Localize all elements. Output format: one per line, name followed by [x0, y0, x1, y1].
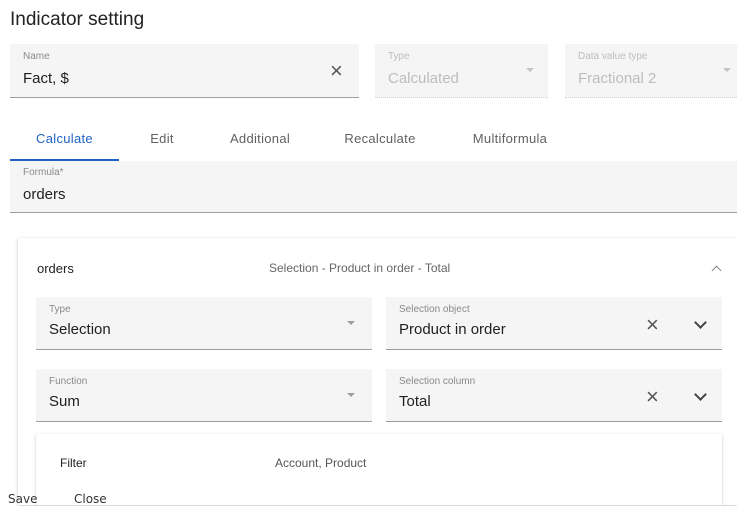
formula-field-label: Formula* [23, 167, 64, 178]
name-field-value[interactable]: Fact, $ [23, 70, 69, 87]
chevron-up-icon[interactable] [711, 265, 722, 276]
function-label: Function [49, 376, 88, 387]
clear-icon[interactable]: × [646, 314, 659, 336]
save-button[interactable]: Save [8, 492, 37, 506]
type-field: Type Calculated [375, 44, 548, 98]
dropdown-arrow-icon [347, 321, 355, 325]
variable-name: orders [37, 261, 74, 276]
dropdown-arrow-icon [347, 393, 355, 397]
selection-column-label: Selection column [399, 376, 476, 387]
filter-label: Filter [60, 456, 87, 470]
chevron-down-icon[interactable] [694, 388, 707, 401]
formula-field[interactable]: Formula* orders [10, 161, 737, 213]
filter-value: Account, Product [275, 456, 367, 470]
data-value-type-value: Fractional 2 [578, 70, 657, 87]
variable-type-value: Selection [49, 321, 111, 338]
function-value: Sum [49, 393, 80, 410]
close-button[interactable]: Close [74, 492, 107, 506]
selection-object-select[interactable]: Selection object Product in order × [386, 297, 722, 350]
tab-edit[interactable]: Edit [128, 121, 196, 161]
variable-type-label: Type [49, 304, 71, 315]
tab-recalculate[interactable]: Recalculate [330, 121, 430, 161]
formula-field-value[interactable]: orders [23, 186, 66, 203]
selection-object-label: Selection object [399, 304, 470, 315]
variable-panel-header[interactable]: orders Selection - Product in order - To… [18, 238, 737, 298]
type-field-label: Type [388, 51, 410, 62]
variable-description: Selection - Product in order - Total [269, 261, 451, 275]
tab-bar: Calculate Edit Additional Recalculate Mu… [10, 121, 725, 161]
clear-icon[interactable]: × [330, 60, 343, 82]
page-title: Indicator setting [10, 9, 145, 30]
name-field[interactable]: Name Fact, $ × [10, 44, 359, 98]
variable-panel: orders Selection - Product in order - To… [18, 238, 737, 505]
data-value-type-label: Data value type [578, 51, 648, 62]
dropdown-arrow-icon [526, 68, 534, 72]
filter-panel[interactable]: Filter Account, Product [36, 434, 722, 505]
chevron-down-icon[interactable] [694, 316, 707, 329]
function-select[interactable]: Function Sum [36, 369, 372, 422]
selection-object-value: Product in order [399, 321, 506, 338]
type-field-value: Calculated [388, 70, 459, 87]
selection-column-value: Total [399, 393, 431, 410]
clear-icon[interactable]: × [646, 386, 659, 408]
tab-multiformula[interactable]: Multiformula [450, 121, 570, 161]
name-field-label: Name [23, 51, 50, 62]
dropdown-arrow-icon [723, 68, 731, 72]
tab-calculate[interactable]: Calculate [10, 121, 119, 161]
variable-type-select[interactable]: Type Selection [36, 297, 372, 350]
tab-additional[interactable]: Additional [210, 121, 310, 161]
data-value-type-field: Data value type Fractional 2 [565, 44, 737, 98]
selection-column-select[interactable]: Selection column Total × [386, 369, 722, 422]
